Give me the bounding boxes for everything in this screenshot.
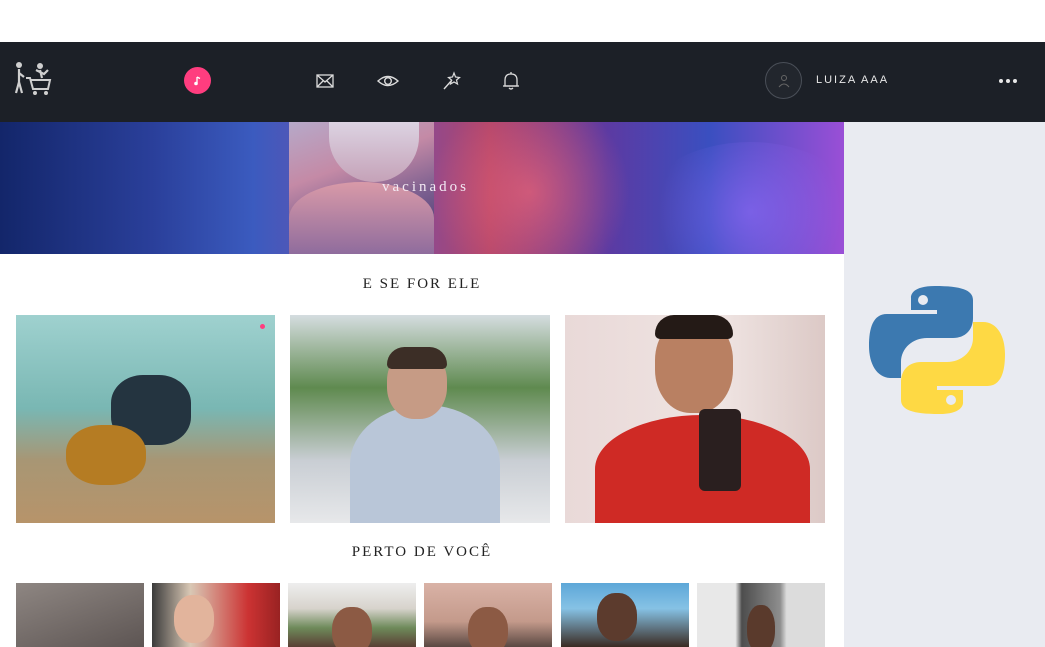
profile-card[interactable] bbox=[290, 315, 550, 523]
profile-card[interactable] bbox=[565, 315, 825, 523]
nearby-profile-thumb[interactable] bbox=[424, 583, 552, 647]
top-navbar: LUIZA AAA bbox=[0, 42, 1045, 122]
python-logo-icon bbox=[869, 284, 1005, 416]
hero-banner[interactable]: vacinados bbox=[0, 122, 844, 254]
avatar-icon[interactable] bbox=[765, 62, 802, 99]
top-spacer bbox=[0, 0, 1045, 42]
nearby-profile-thumb[interactable] bbox=[16, 583, 144, 647]
mail-icon[interactable] bbox=[314, 70, 336, 92]
online-indicator bbox=[260, 324, 265, 329]
bell-icon[interactable] bbox=[500, 70, 522, 92]
profile-card[interactable] bbox=[16, 315, 275, 523]
nearby-profile-thumb[interactable] bbox=[697, 583, 825, 647]
nearby-profile-thumb[interactable] bbox=[288, 583, 416, 647]
banner-title: vacinados bbox=[382, 179, 469, 195]
nearby-profile-thumb[interactable] bbox=[152, 583, 280, 647]
shopping-cart-people-logo-icon[interactable] bbox=[12, 60, 56, 100]
nearby-section-title: PERTO DE VOCÊ bbox=[351, 544, 493, 560]
banner-glow bbox=[640, 142, 844, 254]
magic-wand-icon[interactable] bbox=[440, 70, 462, 92]
featured-section-title: E SE FOR ELE bbox=[362, 276, 482, 292]
user-name[interactable]: LUIZA AAA bbox=[816, 74, 889, 86]
more-dots-icon[interactable] bbox=[996, 70, 1020, 92]
music-note-icon[interactable] bbox=[184, 67, 211, 94]
eye-icon[interactable] bbox=[376, 70, 400, 92]
nearby-profile-thumb[interactable] bbox=[561, 583, 689, 647]
